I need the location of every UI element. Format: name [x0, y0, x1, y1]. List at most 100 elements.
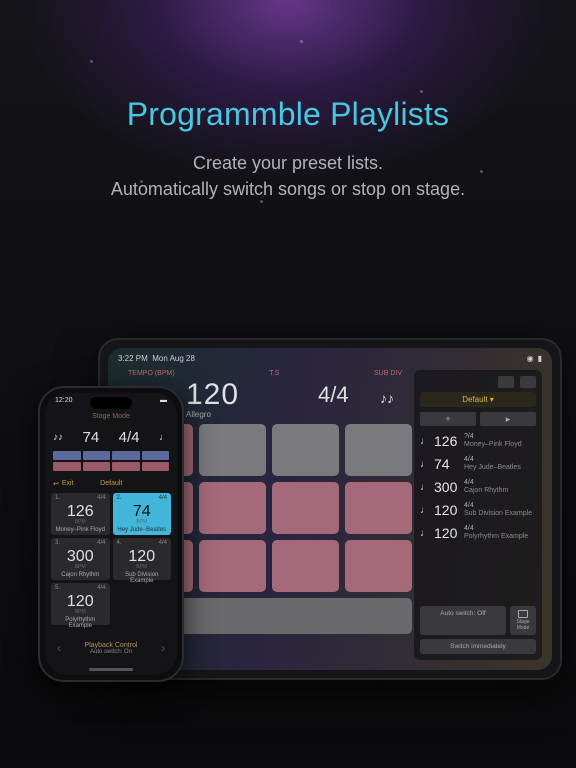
- note-icon: ♩: [420, 436, 430, 447]
- exit-label: Exit: [62, 480, 74, 487]
- exit-button[interactable]: ↩ Exit: [53, 480, 74, 488]
- add-button[interactable]: +: [420, 412, 476, 426]
- iphone-battery-icon: ▬: [160, 397, 167, 404]
- song-card[interactable]: 2.4/474BPMHey Jude–Beatles: [113, 493, 172, 535]
- timer-icon[interactable]: [498, 376, 514, 388]
- subdiv-display[interactable]: ♪♪: [380, 390, 394, 406]
- timesig-display[interactable]: 4/4: [318, 382, 349, 408]
- card-title: Money–Pink Floyd: [55, 527, 106, 533]
- card-bpm: 300: [55, 549, 106, 565]
- item-title: Sub Division Example: [464, 510, 532, 518]
- flash-icon[interactable]: [520, 376, 536, 388]
- iphone-device: 12:20 ▬ Stage Mode ♪♪ 74 4/4 ♩ ↩ Exit De…: [38, 386, 184, 682]
- tempo-display[interactable]: 120 Allegro: [186, 378, 239, 419]
- card-timesig: 4/4: [97, 495, 105, 501]
- iphone-bpm[interactable]: 74: [82, 429, 99, 446]
- ipad-date: Mon Aug 28: [152, 354, 195, 363]
- card-index: 1.: [55, 495, 60, 501]
- timesig-label: T.S: [269, 370, 279, 377]
- iphone-timesig[interactable]: 4/4: [119, 429, 140, 446]
- hero-subtitle: Create your preset lists. Automatically …: [0, 150, 576, 202]
- playback-control[interactable]: Playback Control Auto switch: On: [45, 642, 177, 655]
- pad[interactable]: [272, 540, 339, 592]
- song-card[interactable]: 3. 4/4 300BPM Cajon Rhythm: [51, 538, 110, 580]
- hero-subtitle-line2: Automatically switch songs or stop on st…: [111, 179, 465, 199]
- playback-control-label: Playback Control: [45, 642, 177, 649]
- auto-switch-toggle[interactable]: Auto switch: Off: [420, 606, 506, 635]
- card-title: Sub Division Example: [117, 572, 168, 584]
- note-icon: ♩: [420, 505, 430, 516]
- iphone-time: 12:20: [55, 397, 73, 404]
- pad[interactable]: [345, 424, 412, 476]
- pad[interactable]: [199, 540, 266, 592]
- auto-switch-status: Auto switch: On: [45, 649, 177, 655]
- card-timesig: 4/4: [97, 540, 105, 546]
- wifi-icon: ◉: [527, 354, 534, 363]
- hero-title: Programmble Playlists: [0, 96, 576, 133]
- playlist-item[interactable]: ♩ 120 4/4Sub Division Example: [420, 500, 536, 520]
- card-bpm-unit: BPM: [117, 519, 168, 525]
- playlist-selector[interactable]: Default ▾: [420, 392, 536, 407]
- item-timesig: ?/4: [464, 433, 522, 441]
- item-bpm: 120: [434, 525, 460, 541]
- beat-indicator: [53, 451, 169, 471]
- item-timesig: 4/4: [464, 525, 528, 533]
- item-bpm: 300: [434, 479, 460, 495]
- card-index: 3.: [55, 540, 60, 546]
- card-bpm-unit: BPM: [55, 609, 106, 615]
- item-bpm: 74: [434, 456, 460, 472]
- item-timesig: 4/4: [464, 456, 521, 464]
- ipad-status-bar: 3:22 PM Mon Aug 28 ◉ ▮: [108, 351, 552, 365]
- card-title: Cajon Rhythm: [55, 572, 106, 578]
- pad[interactable]: [272, 482, 339, 534]
- pad[interactable]: [345, 540, 412, 592]
- iphone-tempo-bar: ♪♪ 74 4/4 ♩: [53, 427, 169, 447]
- hero-subtitle-line1: Create your preset lists.: [193, 153, 383, 173]
- playlist-item[interactable]: ♩744/4Hey Jude–Beatles: [420, 454, 536, 474]
- pad[interactable]: [199, 482, 266, 534]
- item-title: Money–Pink Floyd: [464, 441, 522, 449]
- pad[interactable]: [272, 424, 339, 476]
- card-index: 5.: [55, 585, 60, 591]
- item-timesig: 4/4: [464, 502, 532, 510]
- card-bpm: 126: [55, 504, 106, 520]
- song-card[interactable]: 4.4/4120BPMSub Division Example: [113, 538, 172, 580]
- pad[interactable]: [345, 482, 412, 534]
- pad[interactable]: [199, 424, 266, 476]
- card-index: 2.: [117, 495, 122, 501]
- note-icon: ♪♪: [53, 432, 63, 443]
- stage-mode-label: Stage Mode: [512, 619, 534, 631]
- card-bpm-unit: BPM: [117, 564, 168, 570]
- playlist-item[interactable]: ♩3004/4Cajon Rhythm: [420, 477, 536, 497]
- card-index: 4.: [117, 540, 122, 546]
- stage-mode-icon: [518, 610, 528, 618]
- song-card[interactable]: 5.4/4120BPMPolyrhythm Example: [51, 583, 110, 625]
- battery-icon: ▮: [538, 354, 542, 363]
- ipad-time: 3:22 PM: [118, 354, 148, 363]
- stage-mode-button[interactable]: Stage Mode: [510, 606, 536, 635]
- switch-immediately-button[interactable]: Switch immediately: [420, 639, 536, 654]
- card-timesig: 4/4: [97, 585, 105, 591]
- note-icon: ♩: [420, 482, 430, 493]
- dynamic-island: [90, 397, 132, 409]
- card-bpm-unit: BPM: [55, 564, 106, 570]
- tempo-bpm: 120: [186, 378, 239, 412]
- card-timesig: 4/4: [159, 495, 167, 501]
- item-bpm: 120: [434, 502, 460, 518]
- tempo-label: TEMPO (BPM): [128, 370, 175, 377]
- card-bpm: 74: [117, 504, 168, 520]
- playlist-selector[interactable]: Default: [100, 480, 122, 487]
- card-bpm: 120: [117, 549, 168, 565]
- exit-icon: ↩: [53, 480, 59, 488]
- item-bpm: 126: [434, 433, 460, 449]
- note-icon: ♩: [420, 528, 430, 539]
- ipad-sidebar: Default ▾ + ▸ ♩ 126 ?/4Money–Pink Floyd ♩ 74…: [414, 370, 542, 660]
- home-indicator[interactable]: [89, 668, 133, 671]
- item-timesig: 4/4: [464, 479, 508, 487]
- note-icon: ♩: [159, 432, 169, 443]
- playlist-item[interactable]: ♩ 126 ?/4Money–Pink Floyd: [420, 431, 536, 451]
- card-bpm: 120: [55, 594, 106, 610]
- play-button[interactable]: ▸: [480, 412, 536, 426]
- song-card[interactable]: 1.4/4126BPMMoney–Pink Floyd: [51, 493, 110, 535]
- playlist-item[interactable]: ♩1204/4Polyrhythm Example: [420, 523, 536, 543]
